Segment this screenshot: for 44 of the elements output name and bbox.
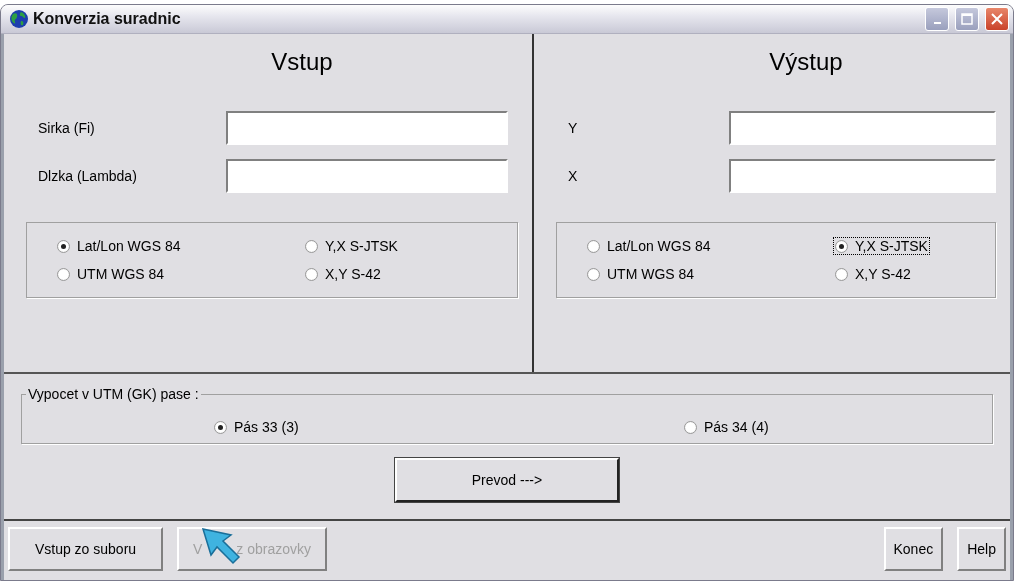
minimize-icon [933,22,941,24]
panel-heading: Výstup [769,48,843,75]
close-icon [991,13,1003,25]
radio-circle[interactable] [835,239,848,253]
input-field[interactable] [226,159,508,193]
radio-option[interactable]: Lat/Lon WGS 84 [55,237,183,255]
input-field[interactable] [728,111,996,145]
maximize-icon [961,13,973,25]
radio-circle[interactable] [57,239,70,253]
radio-option[interactable]: X,Y S-42 [303,265,383,283]
radio-option[interactable]: Pás 33 (3) [212,411,301,443]
cursor-icon [201,527,243,567]
field-label: Sirka (Fi) [38,120,96,136]
maximize-button[interactable] [955,7,979,31]
globe-icon [9,9,29,29]
action-button[interactable]: Konec [883,526,944,571]
radio-option[interactable]: Pás 34 (4) [682,411,771,443]
radio-option[interactable]: UTM WGS 84 [585,265,697,283]
radio-circle[interactable] [684,420,697,434]
radio-circle[interactable] [835,267,848,281]
action-button[interactable]: Help [957,526,1006,571]
radio-option[interactable]: X,Y S-42 [833,265,913,283]
panel-heading: Vstup [271,48,333,75]
input-field[interactable] [728,159,996,193]
radio-circle[interactable] [305,267,318,281]
radio-circle[interactable] [57,267,70,281]
field-label: Dlzka (Lambda) [38,168,138,184]
field-label: Y [568,120,579,136]
close-button[interactable] [985,7,1009,31]
window-title: Konverzia suradnic [33,10,182,28]
radio-circle[interactable] [305,239,318,253]
radio-circle[interactable] [587,267,600,281]
convert-button[interactable]: Prevod ---> [395,458,619,502]
radio-circle[interactable] [214,420,227,434]
minimize-button[interactable] [925,7,949,31]
radio-option[interactable]: Y,X S-JTSK [303,237,400,255]
field-label: X [568,168,579,184]
radio-option[interactable]: Lat/Lon WGS 84 [585,237,713,255]
radio-option[interactable]: UTM WGS 84 [55,265,167,283]
radio-circle[interactable] [587,239,600,253]
radio-option[interactable]: Y,X S-JTSK [833,237,930,255]
input-field[interactable] [226,111,508,145]
group-legend: Vypocet v UTM (GK) pase : [26,386,201,402]
action-button[interactable]: Vstup zo suboru [8,526,163,571]
